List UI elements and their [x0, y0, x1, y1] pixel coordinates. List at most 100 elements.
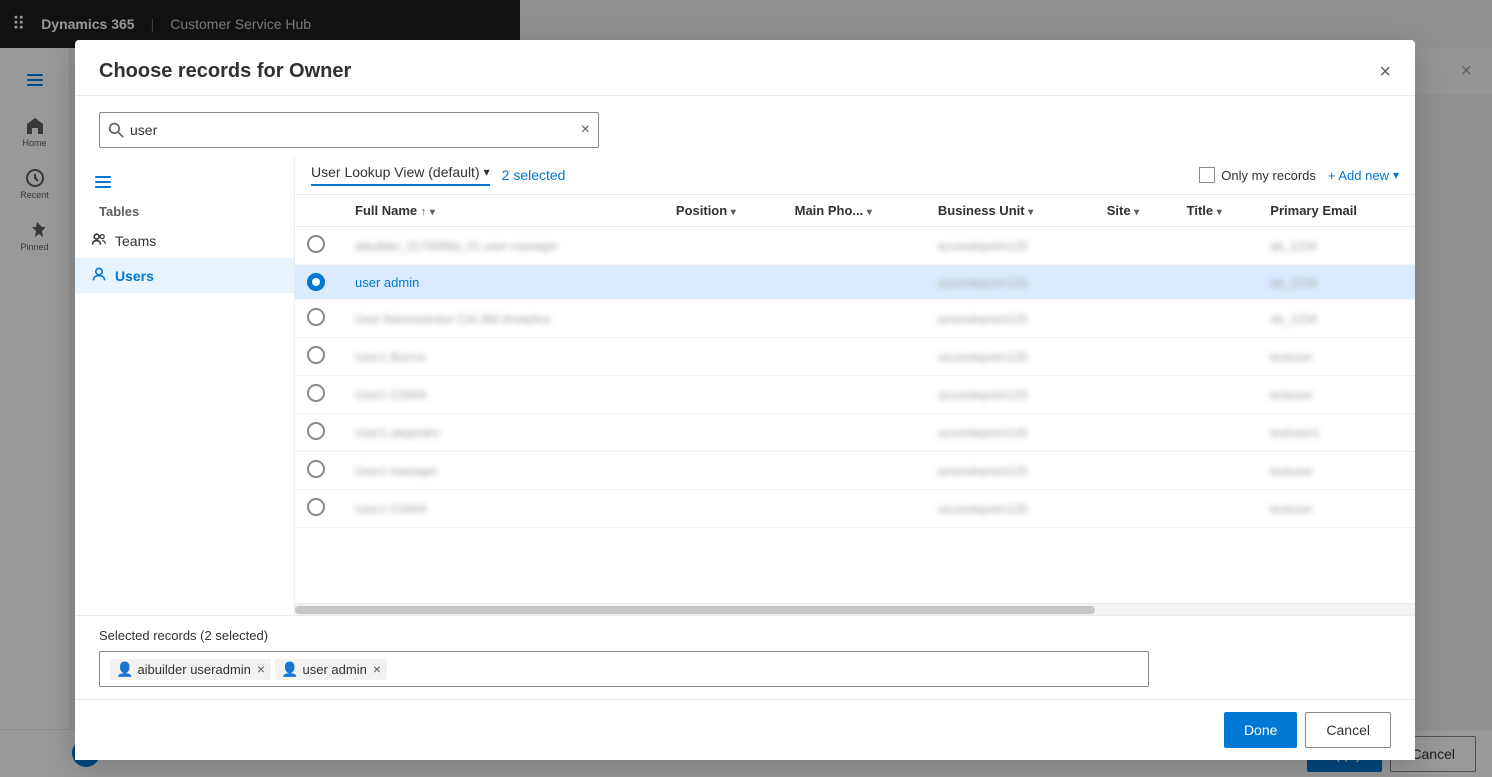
cell-businessunit: azuredepoim125 — [926, 490, 1095, 528]
table-row: User1 alejandro azuredepoim125 testuser1 — [295, 414, 1415, 452]
cell-site — [1095, 414, 1175, 452]
tag-aibuilder-remove[interactable]: × — [257, 661, 265, 677]
modal-footer: Done Cancel — [75, 699, 1415, 760]
cell-mainphone — [783, 265, 926, 300]
search-input[interactable] — [130, 122, 575, 138]
table-row: user admin azuredepoim125 ab_1234 — [295, 265, 1415, 300]
cell-email: testuser — [1258, 490, 1415, 528]
col-primaryemail[interactable]: Primary Email — [1258, 195, 1415, 227]
search-icon — [108, 122, 124, 138]
search-box: × — [99, 112, 599, 148]
cell-title — [1175, 227, 1259, 265]
cancel-button[interactable]: Cancel — [1305, 712, 1391, 748]
users-label: Users — [115, 268, 154, 284]
cell-fullname[interactable]: User Administrator CIA 360 Analytics — [343, 300, 664, 338]
add-new-button[interactable]: + Add new ▾ — [1328, 168, 1399, 183]
sidebar-item-users[interactable]: Users — [75, 258, 294, 293]
cell-fullname[interactable]: User1 manager — [343, 452, 664, 490]
row-radio[interactable] — [307, 460, 325, 478]
only-my-records-label: Only my records — [1221, 168, 1316, 183]
cell-fullname[interactable]: user admin — [343, 265, 664, 300]
only-my-records-checkbox[interactable] — [1199, 167, 1215, 183]
cell-email: ab_1234 — [1258, 265, 1415, 300]
tables-panel-hamburger[interactable] — [75, 164, 294, 196]
row-select-cell — [295, 338, 343, 376]
cell-position — [664, 376, 783, 414]
cell-title — [1175, 300, 1259, 338]
cell-fullname[interactable]: User1 G3404 — [343, 490, 664, 528]
tables-header: Tables — [75, 196, 294, 223]
cell-link-user-admin[interactable]: user admin — [355, 275, 419, 290]
cell-mainphone — [783, 376, 926, 414]
view-label: User Lookup View (default) — [311, 164, 480, 180]
teams-icon — [91, 231, 107, 250]
row-select-cell — [295, 414, 343, 452]
selected-tag-useradmin: 👤 user admin × — [275, 659, 387, 680]
cell-fullname[interactable]: User1 G3404 — [343, 376, 664, 414]
row-select-cell — [295, 376, 343, 414]
cell-site — [1095, 227, 1175, 265]
col-fullname[interactable]: Full Name ↑ ▾ — [343, 195, 664, 227]
col-select — [295, 195, 343, 227]
cell-businessunit: azuredepoim125 — [926, 376, 1095, 414]
modal-title: Choose records for Owner — [99, 60, 351, 83]
modal-close-button[interactable]: × — [1379, 62, 1391, 82]
sidebar-item-teams[interactable]: Teams — [75, 223, 294, 258]
cell-fullname[interactable]: aibuilder_0170098a_01 user manager — [343, 227, 664, 265]
selected-tags-row: 👤 aibuilder useradmin × 👤 user admin × — [99, 651, 1149, 687]
row-select-cell — [295, 227, 343, 265]
selected-tag-aibuilder: 👤 aibuilder useradmin × — [110, 659, 271, 680]
data-panel: User Lookup View (default) ▾ 2 selected … — [295, 156, 1415, 615]
cell-title — [1175, 338, 1259, 376]
data-table: Full Name ↑ ▾ Position ▾ Main Pho... ▾ B… — [295, 195, 1415, 528]
cell-businessunit: azuredepoim125 — [926, 452, 1095, 490]
cell-title — [1175, 452, 1259, 490]
cell-site — [1095, 300, 1175, 338]
choose-records-modal: Choose records for Owner × × — [75, 40, 1415, 760]
cell-site — [1095, 338, 1175, 376]
cell-mainphone — [783, 227, 926, 265]
row-radio[interactable] — [307, 308, 325, 326]
tag-useradmin-remove[interactable]: × — [373, 661, 381, 677]
cell-fullname[interactable]: User1 Burrns — [343, 338, 664, 376]
cell-position — [664, 227, 783, 265]
col-site[interactable]: Site ▾ — [1095, 195, 1175, 227]
col-businessunit[interactable]: Business Unit ▾ — [926, 195, 1095, 227]
table-header: Full Name ↑ ▾ Position ▾ Main Pho... ▾ B… — [295, 195, 1415, 227]
col-position[interactable]: Position ▾ — [664, 195, 783, 227]
table-body: aibuilder_0170098a_01 user manager azure… — [295, 227, 1415, 528]
col-mainphone[interactable]: Main Pho... ▾ — [783, 195, 926, 227]
row-radio[interactable] — [307, 235, 325, 253]
row-radio[interactable] — [307, 422, 325, 440]
row-radio[interactable] — [307, 346, 325, 364]
row-radio[interactable] — [307, 384, 325, 402]
col-title[interactable]: Title ▾ — [1175, 195, 1259, 227]
data-toolbar: User Lookup View (default) ▾ 2 selected … — [295, 156, 1415, 195]
row-radio[interactable] — [307, 273, 325, 291]
done-button[interactable]: Done — [1224, 712, 1297, 748]
cell-site — [1095, 490, 1175, 528]
row-select-cell — [295, 452, 343, 490]
teams-label: Teams — [115, 233, 156, 249]
search-clear-icon[interactable]: × — [581, 121, 590, 139]
cell-email: ab_1234 — [1258, 227, 1415, 265]
cell-mainphone — [783, 414, 926, 452]
row-select-cell — [295, 490, 343, 528]
cell-fullname[interactable]: User1 alejandro — [343, 414, 664, 452]
horizontal-scrollbar[interactable] — [295, 603, 1415, 615]
users-icon — [91, 266, 107, 285]
tag-user-icon-2: 👤 — [281, 661, 298, 678]
tag-aibuilder-label: aibuilder useradmin — [137, 662, 250, 677]
row-select-cell — [295, 265, 343, 300]
modal-header: Choose records for Owner × — [75, 40, 1415, 96]
h-scroll-thumb — [295, 606, 1095, 614]
add-new-label: + Add new — [1328, 168, 1389, 183]
view-selector[interactable]: User Lookup View (default) ▾ — [311, 164, 490, 186]
selected-records-area: Selected records (2 selected) 👤 aibuilde… — [75, 615, 1415, 699]
cell-title — [1175, 414, 1259, 452]
cell-position — [664, 452, 783, 490]
table-row: User1 Burrns azuredepoim125 testuser — [295, 338, 1415, 376]
cell-position — [664, 300, 783, 338]
row-radio[interactable] — [307, 498, 325, 516]
selected-count-badge[interactable]: 2 selected — [502, 167, 566, 183]
